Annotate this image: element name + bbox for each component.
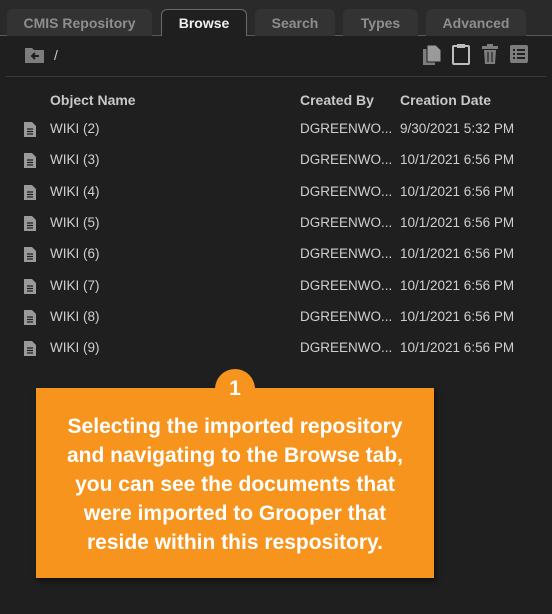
table-row[interactable]: WIKI (9) DGREENWO... 10/1/2021 6:56 PM	[6, 334, 546, 365]
column-header-creation-date[interactable]: Creation Date	[400, 92, 491, 108]
tab-browse[interactable]: Browse	[161, 9, 247, 37]
column-header-created-by[interactable]: Created By	[300, 92, 374, 108]
table-row[interactable]: WIKI (8) DGREENWO... 10/1/2021 6:56 PM	[6, 303, 546, 334]
creation-date-cell: 10/1/2021 6:56 PM	[400, 308, 515, 324]
created-by-cell: DGREENWO...	[300, 121, 393, 136]
created-by-cell: DGREENWO...	[300, 183, 393, 199]
tab-advanced[interactable]: Advanced	[426, 9, 526, 36]
creation-date-cell: 10/1/2021 6:56 PM	[400, 214, 515, 230]
document-icon	[24, 122, 36, 142]
toolbar-divider	[6, 76, 546, 77]
created-by-cell: DGREENWO...	[300, 308, 393, 324]
copy-icon[interactable]	[422, 44, 442, 71]
callout-number-badge: 1	[215, 369, 255, 409]
created-by-cell: DGREENWO...	[300, 214, 393, 230]
column-header-object-name[interactable]: Object Name	[50, 92, 136, 108]
table-row[interactable]: WIKI (6) DGREENWO... 10/1/2021 6:56 PM	[6, 240, 546, 271]
creation-date-cell: 10/1/2021 6:56 PM	[400, 246, 515, 262]
document-icon	[24, 309, 36, 330]
table-row[interactable]: WIKI (4) DGREENWO... 10/1/2021 6:56 PM	[6, 178, 546, 209]
document-icon	[24, 341, 36, 361]
clipboard-icon[interactable]	[452, 43, 470, 70]
tab-types[interactable]: Types	[343, 9, 418, 36]
tab-search[interactable]: Search	[255, 9, 335, 36]
object-name-cell: WIKI (3)	[50, 152, 100, 168]
document-icon	[24, 215, 36, 236]
table-row[interactable]: WIKI (3) DGREENWO... 10/1/2021 6:56 PM	[6, 146, 546, 177]
created-by-cell: DGREENWO...	[300, 152, 393, 168]
tab-cmis-repository[interactable]: CMIS Repository	[7, 9, 152, 36]
table-row[interactable]: WIKI (5) DGREENWO... 10/1/2021 6:56 PM	[6, 209, 546, 240]
creation-date-cell: 10/1/2021 6:56 PM	[400, 152, 515, 168]
creation-date-cell: 10/1/2021 6:56 PM	[400, 183, 515, 199]
document-icon	[24, 247, 36, 267]
creation-date-cell: 9/30/2021 5:32 PM	[400, 121, 515, 136]
creation-date-cell: 10/1/2021 6:56 PM	[400, 277, 515, 293]
annotation-callout: Selecting the imported repository and na…	[36, 388, 434, 578]
current-path: /	[54, 47, 58, 63]
object-name-cell: WIKI (6)	[50, 246, 100, 262]
object-name-cell: WIKI (9)	[50, 340, 100, 356]
created-by-cell: DGREENWO...	[300, 277, 393, 293]
object-name-cell: WIKI (8)	[50, 308, 100, 324]
folder-up-icon[interactable]	[24, 45, 46, 70]
created-by-cell: DGREENWO...	[300, 246, 393, 262]
table-row[interactable]: WIKI (7) DGREENWO... 10/1/2021 6:56 PM	[6, 272, 546, 303]
document-icon	[24, 184, 36, 205]
trash-icon[interactable]	[482, 44, 498, 69]
creation-date-cell: 10/1/2021 6:56 PM	[400, 340, 515, 356]
callout-text: Selecting the imported repository and na…	[66, 414, 404, 554]
object-name-cell: WIKI (4)	[50, 183, 100, 199]
list-icon[interactable]	[509, 44, 529, 69]
object-name-cell: WIKI (5)	[50, 214, 100, 230]
document-icon	[24, 278, 36, 299]
tab-bar: CMIS Repository Browse Search Types Adva…	[0, 0, 552, 37]
object-name-cell: WIKI (7)	[50, 277, 100, 293]
created-by-cell: DGREENWO...	[300, 340, 393, 356]
object-name-cell: WIKI (2)	[50, 121, 100, 136]
table-row[interactable]: WIKI (2) DGREENWO... 9/30/2021 5:32 PM	[6, 115, 546, 146]
toolbar: /	[6, 36, 546, 76]
document-icon	[24, 153, 36, 173]
